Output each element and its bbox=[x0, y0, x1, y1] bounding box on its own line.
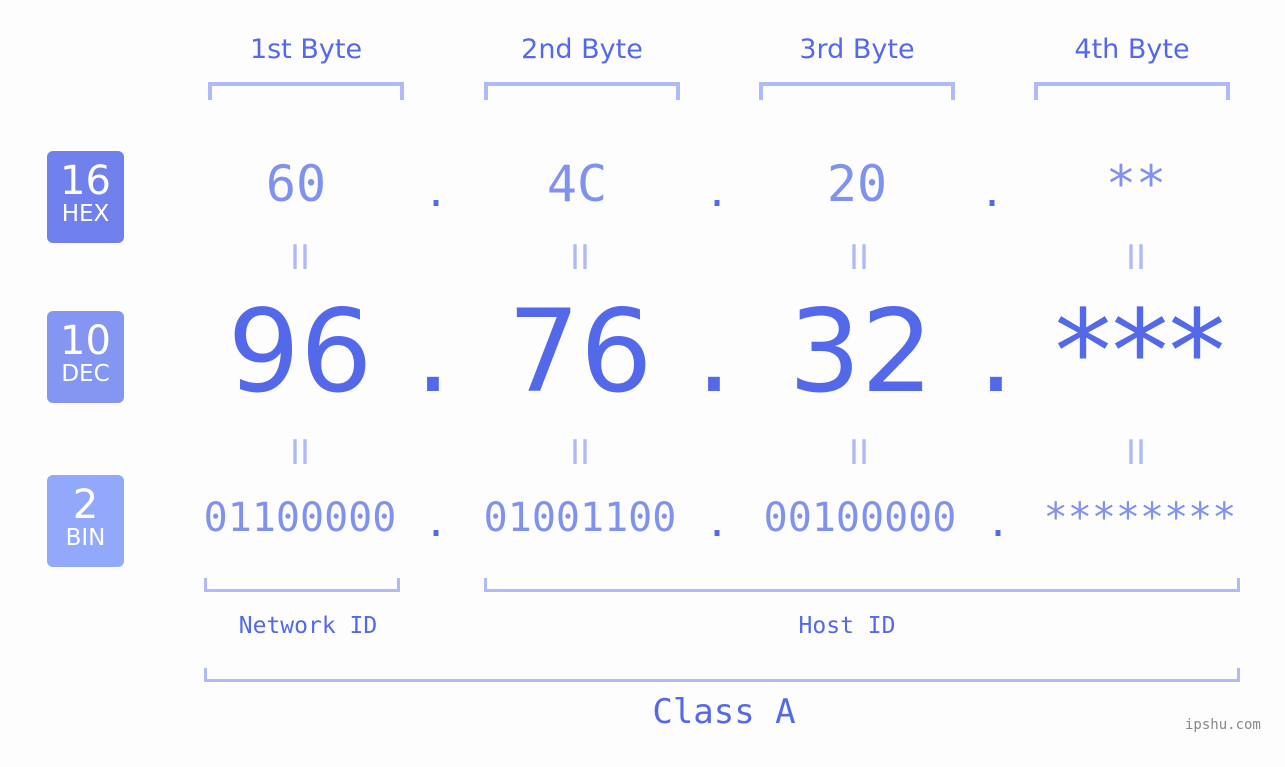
byte-bracket-3 bbox=[759, 82, 955, 100]
bin-dot-2: . bbox=[704, 500, 730, 546]
bin-badge-number: 2 bbox=[72, 482, 99, 528]
class-label: Class A bbox=[652, 692, 796, 732]
equals-sign: II bbox=[569, 238, 591, 278]
dec-dot-2: . bbox=[695, 285, 733, 418]
bin-dot-3: . bbox=[985, 500, 1011, 546]
dec-badge: 10 DEC bbox=[47, 311, 124, 403]
hex-badge-label: HEX bbox=[61, 201, 110, 227]
dec-badge-number: 10 bbox=[60, 318, 111, 364]
hex-byte-4: ** bbox=[1105, 155, 1167, 213]
byte-bracket-2 bbox=[484, 82, 680, 100]
dec-byte-3: 32 bbox=[788, 285, 934, 418]
bin-badge: 2 BIN bbox=[47, 475, 124, 567]
dec-badge-label: DEC bbox=[61, 361, 110, 387]
watermark: ipshu.com bbox=[1185, 717, 1261, 733]
dec-byte-1: 96 bbox=[227, 285, 373, 418]
hex-dot-3: . bbox=[979, 170, 1005, 216]
equals-sign: II bbox=[569, 433, 591, 473]
equals-sign: II bbox=[1125, 433, 1147, 473]
bin-byte-2: 01001100 bbox=[483, 495, 677, 541]
bin-dot-1: . bbox=[423, 500, 449, 546]
bin-byte-3: 00100000 bbox=[763, 495, 957, 541]
hex-byte-3: 20 bbox=[826, 155, 888, 213]
hex-byte-1: 60 bbox=[265, 155, 327, 213]
host-id-label: Host ID bbox=[798, 613, 896, 639]
hex-badge: 16 HEX bbox=[47, 151, 124, 243]
class-bracket bbox=[204, 668, 1240, 682]
host-id-bracket bbox=[484, 578, 1240, 592]
equals-sign: II bbox=[289, 238, 311, 278]
network-id-label: Network ID bbox=[238, 613, 378, 639]
byte-bracket-4 bbox=[1034, 82, 1230, 100]
hex-dot-2: . bbox=[704, 170, 730, 216]
dec-byte-2: 76 bbox=[507, 285, 653, 418]
byte-header-4: 4th Byte bbox=[1074, 34, 1190, 65]
equals-sign: II bbox=[1125, 238, 1147, 278]
equals-sign: II bbox=[848, 238, 870, 278]
hex-badge-number: 16 bbox=[60, 158, 111, 204]
network-id-bracket bbox=[204, 578, 400, 592]
bin-byte-4: ******** bbox=[1043, 495, 1237, 541]
dec-dot-1: . bbox=[414, 285, 452, 418]
hex-dot-1: . bbox=[423, 170, 449, 216]
byte-header-3: 3rd Byte bbox=[799, 34, 915, 65]
byte-bracket-1 bbox=[208, 82, 404, 100]
dec-byte-4: *** bbox=[1054, 285, 1226, 418]
equals-sign: II bbox=[848, 433, 870, 473]
equals-sign: II bbox=[289, 433, 311, 473]
byte-header-1: 1st Byte bbox=[249, 34, 363, 65]
bin-badge-label: BIN bbox=[65, 525, 106, 551]
hex-byte-2: 4C bbox=[546, 155, 608, 213]
bin-byte-1: 01100000 bbox=[203, 495, 397, 541]
dec-dot-3: . bbox=[977, 285, 1015, 418]
byte-header-2: 2nd Byte bbox=[521, 34, 643, 65]
